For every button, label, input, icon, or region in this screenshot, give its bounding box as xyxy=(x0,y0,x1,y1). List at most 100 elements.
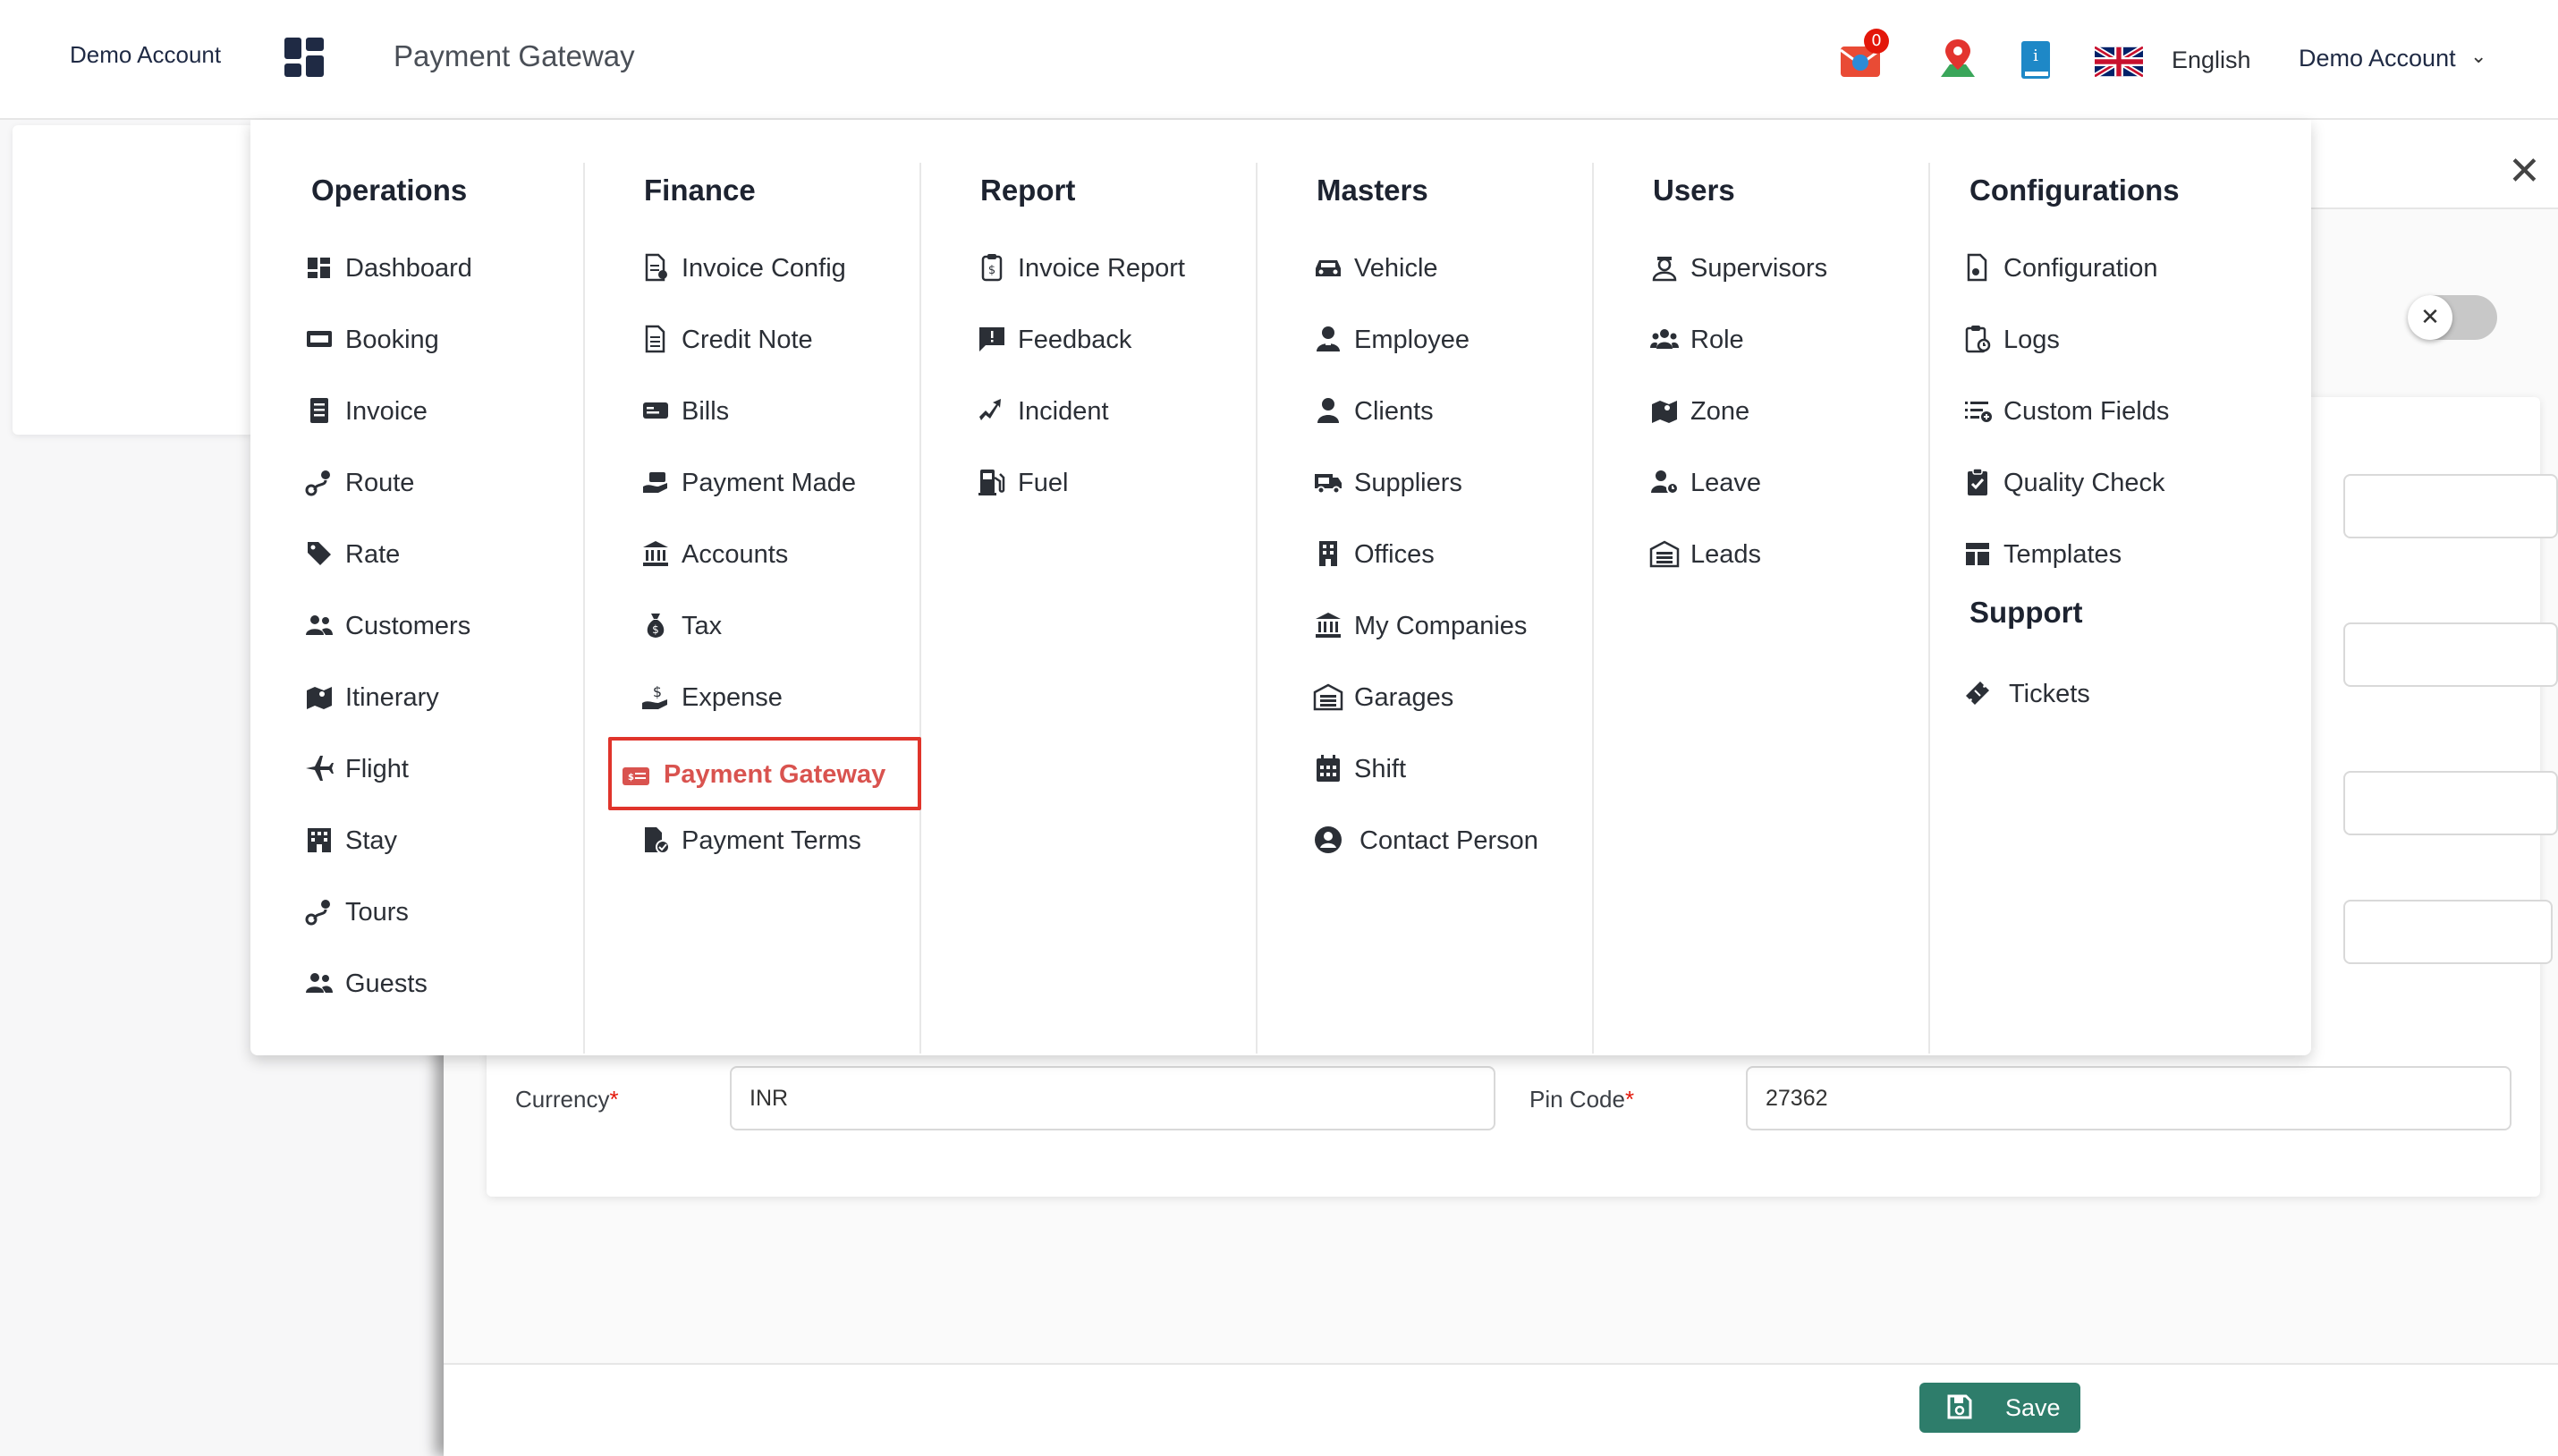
menu-item-guests[interactable]: Guests xyxy=(304,959,572,1009)
pincode-input[interactable]: 27362 xyxy=(1746,1066,2511,1130)
menu-item-templates[interactable]: Templates xyxy=(1962,529,2231,580)
info-book-icon[interactable]: i xyxy=(2020,39,2052,80)
menu-item-route[interactable]: Route xyxy=(304,458,572,508)
employee-icon xyxy=(1317,326,1340,351)
payment-hand-icon xyxy=(643,472,667,493)
map-pin-icon[interactable] xyxy=(1937,38,1978,80)
menu-item-clients[interactable]: Clients xyxy=(1313,386,1581,436)
menu-item-flight[interactable]: Flight xyxy=(304,744,572,794)
menu-item-configuration[interactable]: Configuration xyxy=(1962,243,2231,293)
uk-flag-icon[interactable] xyxy=(2095,47,2143,77)
customers-icon xyxy=(306,615,333,635)
car-icon xyxy=(1316,260,1341,276)
column-title-masters: Masters xyxy=(1317,174,1428,207)
clipboard-check-icon xyxy=(1968,468,1987,495)
account-menu[interactable]: Demo Account xyxy=(2299,45,2456,72)
menu-item-customers[interactable]: Customers xyxy=(304,601,572,651)
menu-item-invoice-config[interactable]: Invoice Config xyxy=(640,243,909,293)
guests-icon xyxy=(306,973,333,993)
apps-grid-icon[interactable] xyxy=(284,38,324,77)
input-field[interactable] xyxy=(2343,474,2558,538)
feedback-icon xyxy=(979,327,1004,351)
menu-item-credit-note[interactable]: Credit Note xyxy=(640,315,909,365)
menu-item-supervisors[interactable]: Supervisors xyxy=(1649,243,1918,293)
navigation-mega-menu: Operations Dashboard Booking Invoice Rou… xyxy=(250,120,2311,1055)
menu-item-shift[interactable]: Shift xyxy=(1313,744,1581,794)
menu-item-expense[interactable]: $ Expense xyxy=(640,673,909,723)
menu-item-fuel[interactable]: Fuel xyxy=(977,458,1245,508)
map-icon xyxy=(307,687,332,709)
menu-item-payment-terms[interactable]: Payment Terms xyxy=(640,816,909,866)
menu-item-booking[interactable]: Booking xyxy=(304,315,572,365)
menu-item-tax[interactable]: $ Tax xyxy=(640,601,909,651)
pincode-label: Pin Code* xyxy=(1529,1086,1635,1113)
clipboard-clock-icon xyxy=(1965,326,1991,353)
menu-item-bills[interactable]: Bills xyxy=(640,386,909,436)
bank-icon xyxy=(643,541,668,566)
menu-item-invoice-report[interactable]: $ Invoice Report xyxy=(977,243,1245,293)
menu-item-tickets[interactable]: Tickets xyxy=(1962,669,2231,719)
menu-item-custom-fields[interactable]: Custom Fields xyxy=(1962,386,2231,436)
menu-item-leave[interactable]: Leave xyxy=(1649,458,1918,508)
menu-item-vehicle[interactable]: Vehicle xyxy=(1313,243,1581,293)
menu-item-leads[interactable]: Leads xyxy=(1649,529,1918,580)
menu-column-configurations: Configurations Configuration Logs Custom… xyxy=(1932,163,2308,1054)
payment-terms-icon xyxy=(645,827,670,854)
template-icon xyxy=(1966,543,1989,565)
menu-item-itinerary[interactable]: Itinerary xyxy=(304,673,572,723)
status-toggle[interactable]: ✕ xyxy=(2408,295,2497,340)
fuel-pump-icon xyxy=(978,470,1005,495)
hotel-icon xyxy=(308,828,331,852)
save-icon xyxy=(1947,1394,1972,1419)
garage-icon xyxy=(1649,540,1680,568)
user-clock-icon xyxy=(1651,470,1679,495)
route-icon xyxy=(305,900,330,926)
menu-item-my-companies[interactable]: My Companies xyxy=(1313,601,1581,651)
menu-item-payment-made[interactable]: Payment Made xyxy=(640,458,909,508)
menu-item-quality-check[interactable]: Quality Check xyxy=(1962,458,2231,508)
svg-text:$: $ xyxy=(628,773,634,783)
route-icon xyxy=(305,470,330,496)
menu-item-role[interactable]: Role xyxy=(1649,315,1918,365)
menu-item-rate[interactable]: Rate xyxy=(304,529,572,580)
menu-item-feedback[interactable]: Feedback xyxy=(977,315,1245,365)
background-card xyxy=(13,125,254,435)
menu-item-accounts[interactable]: Accounts xyxy=(640,529,909,580)
svg-text:$: $ xyxy=(988,264,995,277)
menu-item-logs[interactable]: Logs xyxy=(1962,315,2231,365)
menu-item-tours[interactable]: Tours xyxy=(304,887,572,937)
menu-item-contact-person[interactable]: Contact Person xyxy=(1313,816,1581,866)
tag-icon xyxy=(308,542,331,565)
chevron-down-icon[interactable]: ⌄ xyxy=(2470,45,2486,68)
page-title: Payment Gateway xyxy=(394,39,635,72)
file-gear-icon xyxy=(1967,253,1987,282)
input-field[interactable] xyxy=(2343,622,2558,687)
input-field[interactable] xyxy=(2343,771,2558,835)
menu-item-dashboard[interactable]: Dashboard xyxy=(304,243,572,293)
svg-text:$: $ xyxy=(653,683,662,700)
save-button[interactable]: Save xyxy=(1919,1383,2080,1433)
input-field[interactable] xyxy=(2343,900,2553,964)
menu-item-suppliers[interactable]: Suppliers xyxy=(1313,458,1581,508)
menu-item-incident[interactable]: Incident xyxy=(977,386,1245,436)
menu-item-stay[interactable]: Stay xyxy=(304,816,572,866)
menu-item-payment-gateway[interactable]: $ Payment Gateway xyxy=(608,737,921,810)
language-selector[interactable]: English xyxy=(2172,47,2251,74)
account-name-left[interactable]: Demo Account xyxy=(70,41,221,69)
menu-item-offices[interactable]: Offices xyxy=(1313,529,1581,580)
menu-item-zone[interactable]: Zone xyxy=(1649,386,1918,436)
currency-input[interactable]: INR xyxy=(730,1066,1495,1130)
expense-hand-icon: $ xyxy=(642,683,667,709)
report-icon: $ xyxy=(981,254,1003,282)
user-circle-icon xyxy=(1315,826,1342,853)
menu-item-garages[interactable]: Garages xyxy=(1313,673,1581,723)
close-icon[interactable]: ✕ xyxy=(2508,152,2541,191)
column-title-report: Report xyxy=(980,174,1076,207)
menu-item-employee[interactable]: Employee xyxy=(1313,315,1581,365)
menu-item-invoice[interactable]: Invoice xyxy=(304,386,572,436)
client-icon xyxy=(1317,398,1339,423)
notification-badge: 0 xyxy=(1864,29,1889,54)
toggle-knob-x-icon: ✕ xyxy=(2408,295,2452,340)
credit-note-icon xyxy=(645,325,665,353)
dashboard-icon xyxy=(308,258,330,278)
